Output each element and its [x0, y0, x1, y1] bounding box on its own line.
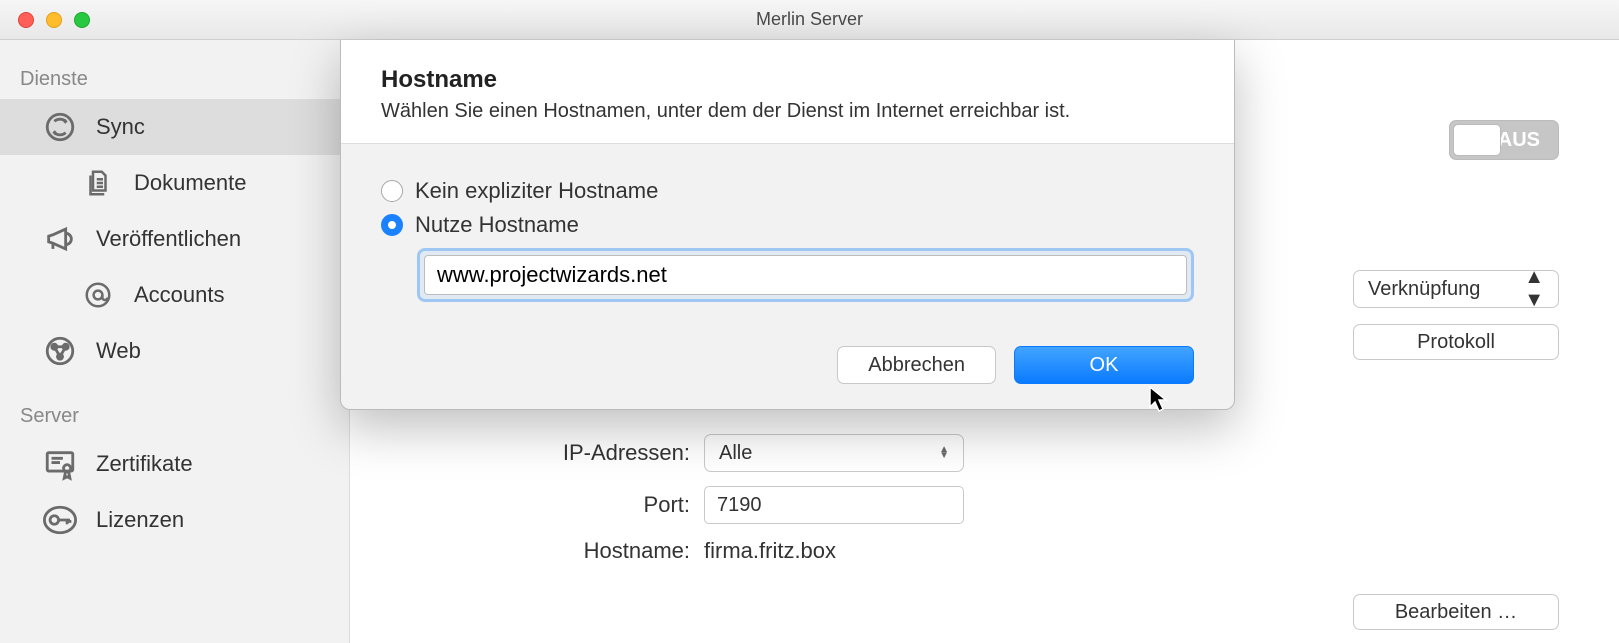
radio-no-hostname[interactable]	[381, 180, 403, 202]
link-select-label: Verknüpfung	[1368, 278, 1480, 301]
sync-icon	[42, 109, 78, 145]
chevron-updown-icon: ▲▼	[1524, 266, 1544, 312]
chevron-updown-icon: ▲▼	[939, 447, 949, 459]
sidebar-item-lizenzen[interactable]: Lizenzen	[0, 492, 349, 548]
sheet-header: Hostname Wählen Sie einen Hostnamen, unt…	[341, 40, 1234, 144]
sidebar-item-label: Dokumente	[134, 170, 247, 196]
sidebar-item-label: Web	[96, 338, 141, 364]
protokoll-label: Protokoll	[1417, 331, 1495, 354]
edit-hostname-button[interactable]: Bearbeiten …	[1353, 594, 1559, 630]
sidebar-item-label: Sync	[96, 114, 145, 140]
sidebar-item-accounts[interactable]: Accounts	[0, 267, 349, 323]
protokoll-button[interactable]: Protokoll	[1353, 324, 1559, 360]
ip-row: IP-Adressen: Alle ▲▼	[410, 434, 1559, 472]
sheet-body: Kein expliziter Hostname Nutze Hostname	[341, 144, 1234, 322]
sidebar-item-zertifikate[interactable]: Zertifikate	[0, 436, 349, 492]
port-value: 7190	[717, 494, 762, 517]
sheet-subtitle: Wählen Sie einen Hostnamen, unter dem de…	[381, 100, 1194, 123]
network-icon	[42, 333, 78, 369]
radio-row-use-hostname[interactable]: Nutze Hostname	[381, 212, 1194, 238]
radio-no-hostname-label: Kein expliziter Hostname	[415, 178, 658, 204]
sidebar-item-label: Zertifikate	[96, 451, 193, 477]
window-title: Merlin Server	[0, 9, 1619, 30]
service-toggle[interactable]: AUS	[1449, 120, 1559, 160]
radio-row-no-hostname[interactable]: Kein expliziter Hostname	[381, 178, 1194, 204]
sidebar-item-sync[interactable]: Sync	[0, 99, 349, 155]
ip-label: IP-Adressen:	[410, 440, 690, 466]
at-icon	[80, 277, 116, 313]
sheet-title: Hostname	[381, 66, 1194, 94]
radio-use-hostname-label: Nutze Hostname	[415, 212, 579, 238]
sidebar-item-label: Veröffentlichen	[96, 226, 241, 252]
link-select[interactable]: Verknüpfung ▲▼	[1353, 270, 1559, 308]
certificate-icon	[42, 446, 78, 482]
port-label: Port:	[410, 492, 690, 518]
documents-icon	[80, 165, 116, 201]
hostname-input-wrap	[417, 248, 1194, 302]
sidebar: Dienste Sync Dokumente Veröffentlichen A…	[0, 40, 350, 643]
sidebar-item-web[interactable]: Web	[0, 323, 349, 379]
hostname-value: firma.fritz.box	[704, 538, 836, 564]
sidebar-item-label: Accounts	[134, 282, 225, 308]
edit-button-label: Bearbeiten …	[1395, 601, 1517, 624]
ok-label: OK	[1090, 354, 1119, 377]
toggle-knob	[1453, 124, 1501, 156]
cancel-label: Abbrechen	[868, 354, 965, 377]
port-field[interactable]: 7190	[704, 486, 964, 524]
sidebar-item-dokumente[interactable]: Dokumente	[0, 155, 349, 211]
hostname-label: Hostname:	[410, 538, 690, 564]
port-row: Port: 7190	[410, 486, 1559, 524]
cancel-button[interactable]: Abbrechen	[837, 346, 996, 384]
sheet-buttons: Abbrechen OK	[341, 322, 1234, 384]
sidebar-item-veroeffentlichen[interactable]: Veröffentlichen	[0, 211, 349, 267]
ip-select[interactable]: Alle ▲▼	[704, 434, 964, 472]
toggle-label: AUS	[1498, 129, 1540, 152]
hostname-input[interactable]	[424, 255, 1187, 295]
megaphone-icon	[42, 221, 78, 257]
ok-button[interactable]: OK	[1014, 346, 1194, 384]
hostname-row: Hostname: firma.fritz.box	[410, 538, 1559, 564]
hostname-sheet: Hostname Wählen Sie einen Hostnamen, unt…	[340, 40, 1235, 410]
sidebar-group-dienste: Dienste	[0, 60, 349, 99]
sidebar-item-label: Lizenzen	[96, 507, 184, 533]
ip-select-value: Alle	[719, 442, 752, 465]
sidebar-group-server: Server	[0, 397, 349, 436]
radio-use-hostname[interactable]	[381, 214, 403, 236]
key-icon	[42, 502, 78, 538]
window-titlebar: Merlin Server	[0, 0, 1619, 40]
